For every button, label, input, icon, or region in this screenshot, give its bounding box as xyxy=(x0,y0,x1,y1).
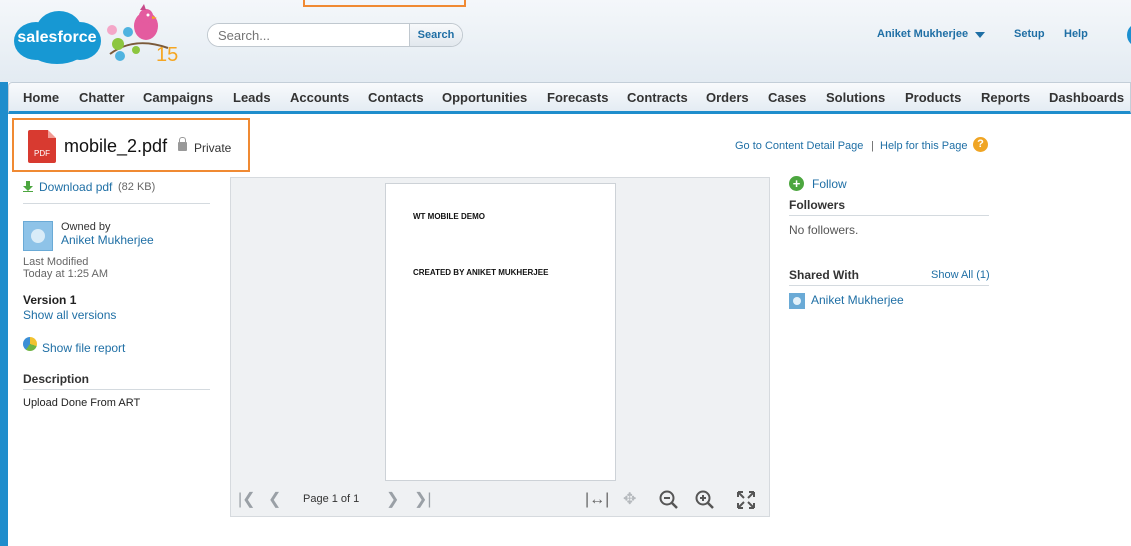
owned-by-label: Owned by xyxy=(61,221,111,233)
search-button[interactable]: Search xyxy=(409,24,462,46)
page-line: WT MOBILE DEMO xyxy=(413,212,485,221)
anniversary-badge: 15 xyxy=(156,44,179,66)
tab-dashboards[interactable]: Dashboards xyxy=(1049,90,1124,105)
show-all-link[interactable]: Show All (1) xyxy=(931,269,990,281)
first-page-icon[interactable]: |❮ xyxy=(238,492,256,508)
highlight-box-top xyxy=(303,0,466,7)
fit-width-icon[interactable]: |↔| xyxy=(585,492,609,508)
last-modified-value: Today at 1:25 AM xyxy=(23,268,108,280)
page-indicator: Page 1 of 1 xyxy=(303,493,360,505)
pdf-icon-label: PDF xyxy=(34,149,50,158)
show-versions-link[interactable]: Show all versions xyxy=(23,308,116,322)
owner-link[interactable]: Aniket Mukherjee xyxy=(61,233,154,247)
user-menu[interactable]: Aniket Mukherjee xyxy=(877,28,968,40)
logo-text: salesforce xyxy=(17,29,97,46)
file-size: (82 KB) xyxy=(118,181,156,193)
tab-opportunities[interactable]: Opportunities xyxy=(442,90,527,105)
description-text: Upload Done From ART xyxy=(23,397,141,409)
page-line: CREATED BY ANIKET MUKHERJEE xyxy=(413,268,549,277)
search-box: Search xyxy=(207,23,463,47)
tab-products[interactable]: Products xyxy=(905,90,961,105)
download-link[interactable]: Download pdf xyxy=(39,180,112,194)
follow-link[interactable]: Follow xyxy=(812,177,847,191)
help-link[interactable]: Help xyxy=(1064,28,1088,40)
pdf-file-icon: PDF xyxy=(28,130,56,163)
avatar-face-icon xyxy=(31,229,45,243)
tab-cases[interactable]: Cases xyxy=(768,90,806,105)
tab-contracts[interactable]: Contracts xyxy=(627,90,688,105)
next-page-icon[interactable]: ❯ xyxy=(386,492,399,508)
tab-orders[interactable]: Orders xyxy=(706,90,749,105)
chevron-down-icon[interactable] xyxy=(975,32,985,38)
download-icon[interactable] xyxy=(23,181,33,192)
page-title: mobile_2.pdf xyxy=(64,136,168,156)
shared-with-heading: Shared With xyxy=(789,268,859,282)
previous-page-icon[interactable]: ❮ xyxy=(268,492,281,508)
setup-link[interactable]: Setup xyxy=(1014,28,1045,40)
file-report-icon xyxy=(23,337,37,351)
help-page-link[interactable]: Help for this Page xyxy=(880,140,967,152)
anniversary-bird-logo: 15 xyxy=(106,4,186,68)
divider xyxy=(789,285,989,286)
last-page-icon[interactable]: ❯| xyxy=(414,492,432,508)
tab-reports[interactable]: Reports xyxy=(981,90,1030,105)
file-report-link[interactable]: Show file report xyxy=(42,341,125,355)
zoom-in-icon[interactable] xyxy=(695,490,715,510)
tab-chatter[interactable]: Chatter xyxy=(79,90,125,105)
follow-icon[interactable]: + xyxy=(789,176,804,191)
salesforce-logo[interactable]: salesforce xyxy=(12,9,102,65)
followers-heading: Followers xyxy=(789,198,846,212)
tab-forecasts[interactable]: Forecasts xyxy=(547,90,608,105)
content-detail-link[interactable]: Go to Content Detail Page xyxy=(735,140,863,152)
tab-contacts[interactable]: Contacts xyxy=(368,90,424,105)
help-icon[interactable]: ? xyxy=(973,137,988,152)
avatar-face-icon xyxy=(793,297,801,305)
fit-page-icon[interactable]: ✥ xyxy=(623,492,636,508)
zoom-out-icon[interactable] xyxy=(659,490,679,510)
tab-leads[interactable]: Leads xyxy=(233,90,271,105)
left-accent-strip xyxy=(0,82,8,546)
last-modified-label: Last Modified xyxy=(23,256,89,268)
no-followers-text: No followers. xyxy=(789,223,859,237)
tab-accounts[interactable]: Accounts xyxy=(290,90,349,105)
avatar[interactable] xyxy=(23,221,53,251)
search-input[interactable] xyxy=(208,24,410,46)
tab-campaigns[interactable]: Campaigns xyxy=(143,90,213,105)
link-separator: | xyxy=(871,140,874,152)
version-label: Version 1 xyxy=(23,293,77,307)
divider xyxy=(23,203,210,204)
file-title-highlight: PDF mobile_2.pdf Private xyxy=(12,118,250,172)
tab-solutions[interactable]: Solutions xyxy=(826,90,885,105)
tab-home[interactable]: Home xyxy=(23,90,59,105)
tab-bar: Home Chatter Campaigns Leads Accounts Co… xyxy=(8,82,1131,114)
description-heading: Description xyxy=(23,372,90,386)
fullscreen-icon[interactable] xyxy=(737,491,755,509)
divider xyxy=(789,215,989,216)
lock-icon xyxy=(178,137,187,151)
visibility-label: Private xyxy=(194,141,232,155)
divider xyxy=(23,389,210,390)
app-menu-icon[interactable] xyxy=(1127,23,1131,47)
document-page: WT MOBILE DEMO CREATED BY ANIKET MUKHERJ… xyxy=(385,183,616,481)
shared-user-link[interactable]: Aniket Mukherjee xyxy=(811,293,904,307)
avatar[interactable] xyxy=(789,293,805,309)
global-header: salesforce 15 Search Aniket Mukherjee Se… xyxy=(0,0,1131,82)
